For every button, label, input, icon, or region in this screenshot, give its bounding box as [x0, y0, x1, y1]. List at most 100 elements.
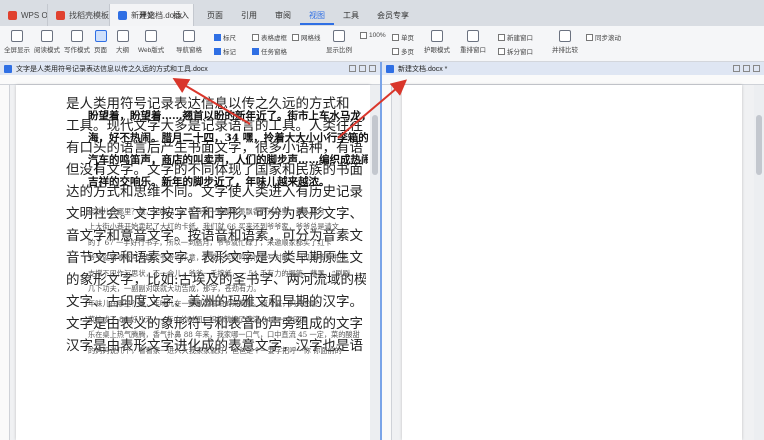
- tab-tools[interactable]: 工具: [334, 8, 368, 25]
- checkbox-checked-icon: [214, 33, 221, 41]
- arrange-windows-icon: [467, 30, 479, 42]
- ruler-checkbox[interactable]: 标尺: [214, 32, 236, 42]
- right-pane-title: 新建文档.docx *: [398, 65, 448, 73]
- fullscreen-button[interactable]: 全屏显示: [4, 30, 30, 54]
- text-line: 乐在桌上热气腾腾，香气扑鼻 88 年来，我家哪一口气，口中直流 45 一定，菜的…: [88, 330, 360, 340]
- tab-page[interactable]: 页面: [198, 8, 232, 25]
- right-document-page[interactable]: [402, 85, 742, 440]
- vertical-ruler: [382, 85, 392, 440]
- left-pane-titlebar: 文字是人类用符号记录表达信息以传之久远的方式和工具.docx: [0, 62, 380, 75]
- tab-review[interactable]: 审阅: [266, 8, 300, 25]
- pen-icon: [71, 30, 83, 42]
- view-toolbar: 全屏显示 阅读模式 写作模式 页面 大纲 Web版式 导航窗格 标尺 表格虚框 …: [0, 26, 764, 62]
- task-pane-checkbox[interactable]: 任务窗格: [252, 46, 287, 56]
- page-view-button[interactable]: 页面: [94, 30, 107, 54]
- text-line: 几下功夫，一副副对联就大功告成，那字，苍劲有力。: [88, 284, 261, 294]
- template-icon: [56, 10, 65, 20]
- zoom-100-icon: [360, 32, 367, 39]
- scroll-thumb[interactable]: [372, 115, 378, 175]
- split-window-icon: [498, 47, 505, 55]
- maximize-icon[interactable]: [359, 65, 366, 72]
- compare-icon: [559, 30, 571, 42]
- single-page-icon: [392, 33, 399, 41]
- tab-references[interactable]: 引用: [232, 8, 266, 25]
- outline-button[interactable]: 大纲: [116, 30, 129, 54]
- new-window-button[interactable]: 新建窗口: [498, 32, 533, 42]
- doc-tab-label: WPS Office: [21, 10, 48, 20]
- multi-page-button[interactable]: 多页: [392, 46, 414, 56]
- horizontal-ruler: [0, 75, 380, 85]
- wps-logo-icon: [8, 10, 17, 20]
- text-line: 海，好不热闹。腊月二十四，34 嘿，拎着大大小小行李箱的人在街上往: [88, 132, 368, 144]
- text-line: 年味儿在哪里？哦，年味儿 55 在节爷一幅幅笔墨飘香的对联里，进入腊月: [88, 207, 325, 216]
- web-layout-button[interactable]: Web版式: [138, 30, 164, 54]
- side-by-side-button[interactable]: 并排比较: [552, 30, 578, 54]
- word-doc-icon: [386, 64, 394, 73]
- right-bold-paragraph: 盼望着，盼望着……翘首以盼的新年近了。街市上车水马龙，人 海，好不热闹。腊月二十…: [88, 105, 368, 193]
- eye-icon: [431, 30, 443, 42]
- zoom-button[interactable]: 显示比例: [326, 30, 352, 54]
- checkbox-icon: [292, 33, 299, 41]
- zoom-icon: [333, 30, 345, 42]
- checkbox-checked-icon: [214, 47, 221, 55]
- book-icon: [41, 30, 53, 42]
- tab-home[interactable]: 开始: [130, 8, 164, 25]
- multi-page-icon: [392, 47, 399, 55]
- fullscreen-icon: [11, 30, 23, 42]
- right-pane-titlebar: 新建文档.docx *: [382, 62, 764, 75]
- checkbox-icon: [252, 33, 259, 41]
- text-line: 上大街小巷开始卖起了大红的卡纸，我们就 66 买来还到爷爷家，爷爷总是请文: [88, 222, 339, 232]
- text-line: 年味儿在哪里？哦，年味儿在一桌桌香喷喷的菜肴里。腊月底，妈妈总会: [88, 299, 319, 309]
- vertical-ruler: [0, 85, 10, 440]
- horizontal-ruler: [382, 75, 764, 85]
- minimize-icon[interactable]: [733, 65, 740, 72]
- minimize-icon[interactable]: [349, 65, 356, 72]
- text-line: 的妈妈说几下，看看家一进入大我家家就好，爸爸是个一要字招呼一你 你面前的: [88, 345, 342, 355]
- eye-protection-button[interactable]: 护眼模式: [424, 30, 450, 54]
- nav-pane-icon: [183, 30, 195, 42]
- tab-view[interactable]: 视图: [300, 8, 334, 25]
- text-line: 吉祥的交响乐。新年的脚步近了，年味儿越来越浓。: [88, 176, 330, 188]
- text-line: 支撑下巴作沉思状，不一会儿，爷爷一手按纸，一 54 手有力的握笔，蘸墨，“刷刷: [88, 268, 350, 278]
- window-controls: [733, 65, 760, 72]
- doc-tab-label: 找稻壳模板: [69, 10, 109, 20]
- text-line: 爷爷就请爷爷写对联，爷爷也乐意，3 爱天笑呵呵的忙着写对联，只见爷爷 9 把毛: [88, 253, 349, 263]
- right-body-text: 年味儿在哪里？哦，年味儿 55 在节爷一幅幅笔墨飘香的对联里，进入腊月 上大街小…: [88, 204, 372, 358]
- text-line: 菜忙成了 86 好几天，一年中的时间，妈妈就嫁了满满 342 一桌子团: [88, 314, 307, 324]
- word-doc-icon: [118, 10, 127, 20]
- close-icon[interactable]: [753, 65, 760, 72]
- sync-scroll-icon: [586, 33, 593, 41]
- scroll-thumb[interactable]: [756, 115, 762, 175]
- ribbon-tabs: 开始 插入 页面 引用 审阅 视图 工具 会员专享: [130, 8, 418, 25]
- left-pane-title: 文字是人类用符号记录表达信息以传之久远的方式和工具.docx: [16, 65, 208, 73]
- checkbox-checked-icon: [252, 47, 259, 55]
- nav-pane-button[interactable]: 导航窗格: [176, 30, 202, 54]
- right-document-pane: 新建文档.docx *: [380, 62, 764, 440]
- page-icon: [94, 30, 107, 42]
- doc-tab-templates[interactable]: 找稻壳模板: [48, 4, 110, 26]
- word-doc-icon: [4, 64, 12, 73]
- split-window-button[interactable]: 拆分窗口: [498, 46, 533, 56]
- outline-icon: [116, 30, 129, 42]
- arrange-windows-button[interactable]: 重排窗口: [460, 30, 486, 54]
- zoom-100-button[interactable]: 100%: [360, 32, 386, 39]
- tab-member[interactable]: 会员专享: [368, 8, 418, 25]
- table-gridlines-checkbox[interactable]: 表格虚框: [252, 32, 287, 42]
- doc-tab-wps[interactable]: WPS Office: [0, 4, 48, 26]
- window-controls: [349, 65, 376, 72]
- close-icon[interactable]: [369, 65, 376, 72]
- writing-mode-button[interactable]: 写作模式: [64, 30, 90, 54]
- maximize-icon[interactable]: [743, 65, 750, 72]
- markup-checkbox[interactable]: 标记: [214, 46, 236, 56]
- new-window-icon: [498, 33, 505, 41]
- text-line: 的了 67 一手好行书字，所以一到腊月，爷爷就忙碌了，来邀顺家都买了红卡: [88, 237, 332, 247]
- sync-scroll-button[interactable]: 同步滚动: [586, 32, 621, 42]
- tab-insert[interactable]: 插入: [164, 8, 198, 25]
- gridlines-checkbox[interactable]: 网格线: [292, 32, 321, 42]
- right-scrollbar[interactable]: [754, 85, 764, 440]
- text-line: 盼望着，盼望着……翘首以盼的新年近了。街市上车水马龙，人: [88, 110, 368, 122]
- reading-mode-button[interactable]: 阅读模式: [34, 30, 60, 54]
- web-icon: [145, 30, 158, 42]
- single-page-button[interactable]: 单页: [392, 32, 414, 42]
- text-line: 汽车的鸣笛声，商店的叫卖声，人们的脚步声……编织成热闹: [88, 154, 368, 166]
